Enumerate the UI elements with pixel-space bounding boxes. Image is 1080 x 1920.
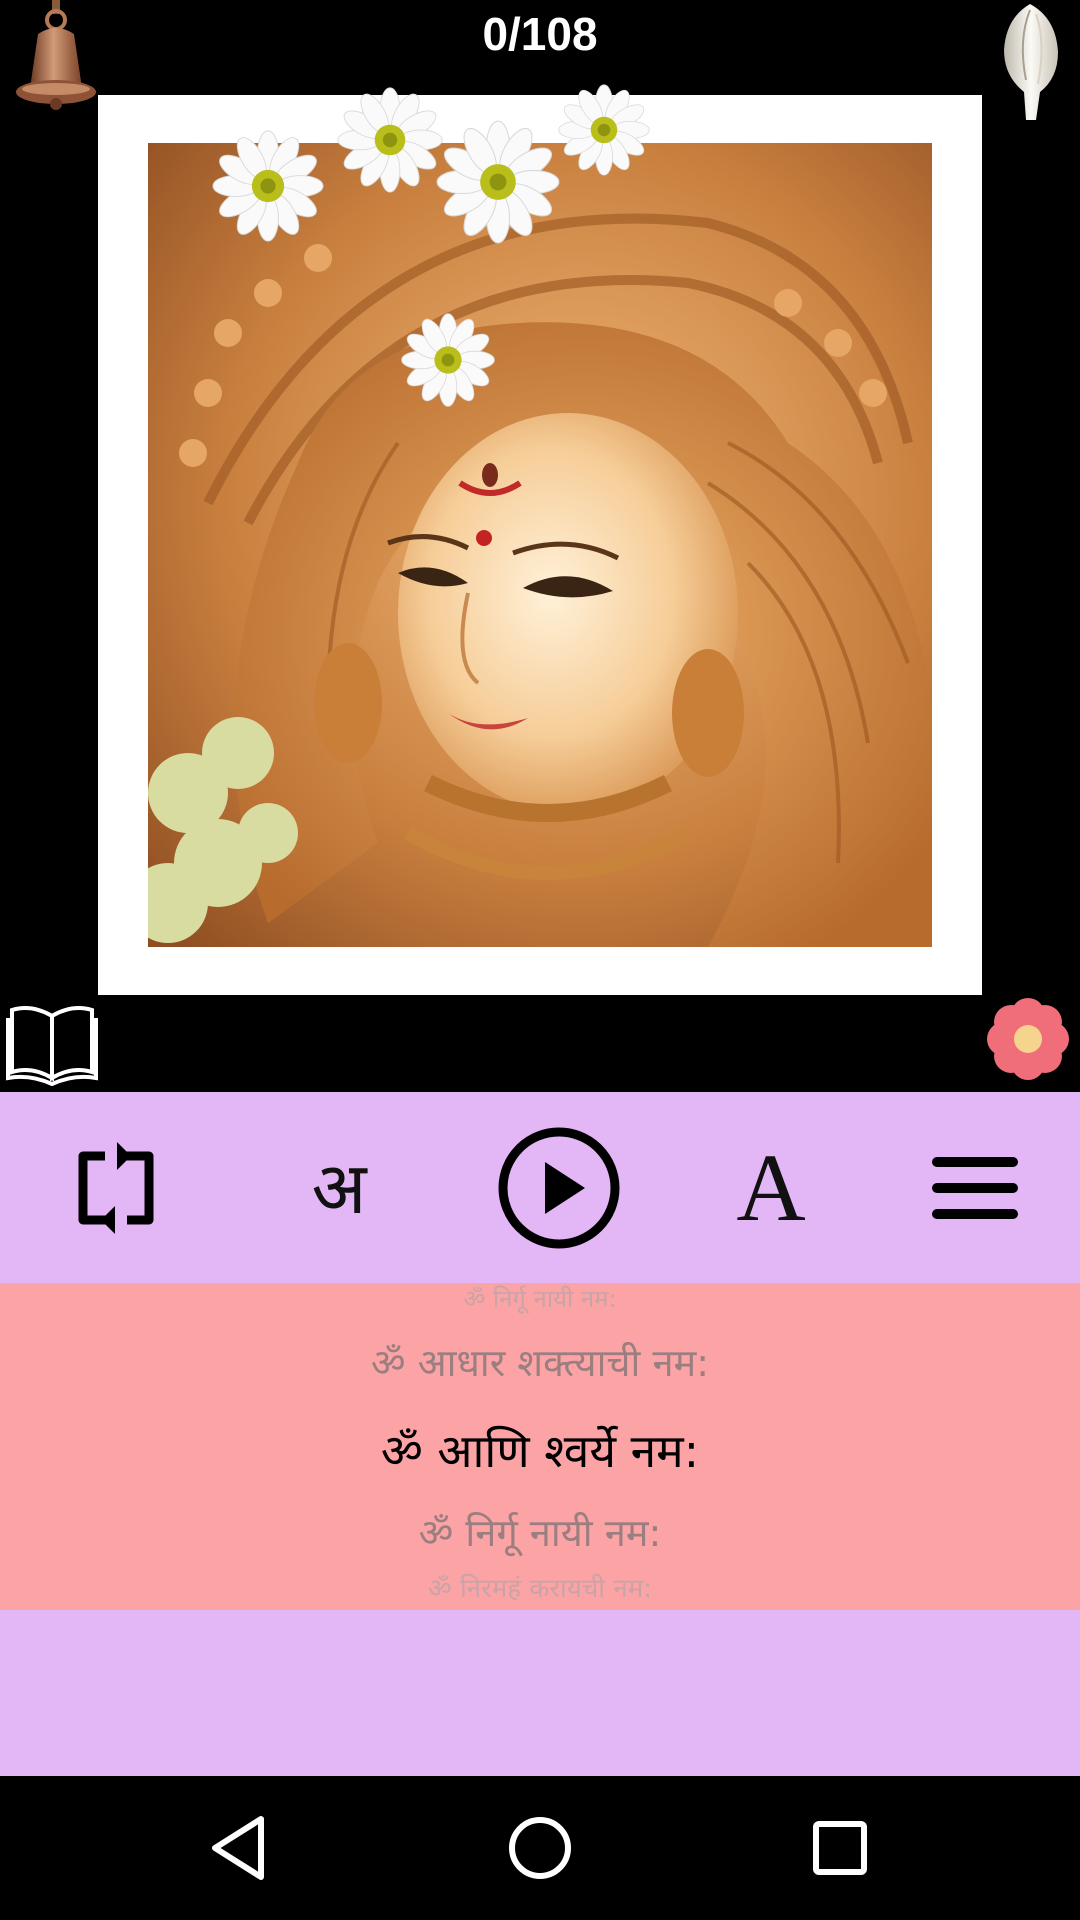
book-icon[interactable] [6, 998, 98, 1087]
font-size-button[interactable]: A [696, 1120, 846, 1255]
back-button[interactable] [180, 1796, 300, 1900]
mantra-line-current: ॐ आणि श्वर्ये नम: [380, 1424, 700, 1478]
language-button[interactable]: अ [264, 1120, 414, 1255]
mantra-list[interactable]: ॐ निर्गू नायी नम: ॐ आधार शक्त्याची नम: ॐ… [0, 1283, 1080, 1610]
flower-icon[interactable] [986, 996, 1070, 1082]
home-icon [509, 1817, 571, 1879]
daisy-flowers-decoration [200, 80, 660, 420]
bottom-panel [0, 1610, 1080, 1776]
mantra-line-prev-1: ॐ आधार शक्त्याची नम: [370, 1341, 710, 1385]
mantra-line-prev-2: ॐ निर्गू नायी नम: [463, 1285, 617, 1313]
repeat-button[interactable] [42, 1120, 192, 1255]
conch-icon[interactable] [996, 0, 1066, 122]
mantra-line-next-1: ॐ निर्गू नायी नम: [418, 1511, 662, 1555]
repeat-icon [78, 1141, 154, 1234]
home-button[interactable] [480, 1796, 600, 1900]
recents-icon [813, 1821, 867, 1875]
chant-counter: 0/108 [482, 8, 598, 60]
bell-icon[interactable] [8, 0, 104, 120]
font-glyph: A [736, 1133, 806, 1241]
menu-icon [932, 1156, 1018, 1219]
play-button[interactable] [484, 1120, 634, 1255]
back-icon [212, 1816, 264, 1880]
play-icon [498, 1127, 620, 1248]
recents-button[interactable] [780, 1796, 900, 1900]
language-glyph: अ [311, 1145, 367, 1230]
menu-button[interactable] [900, 1120, 1050, 1255]
mantra-line-next-2: ॐ निरमहं करायची नम: [427, 1574, 653, 1604]
